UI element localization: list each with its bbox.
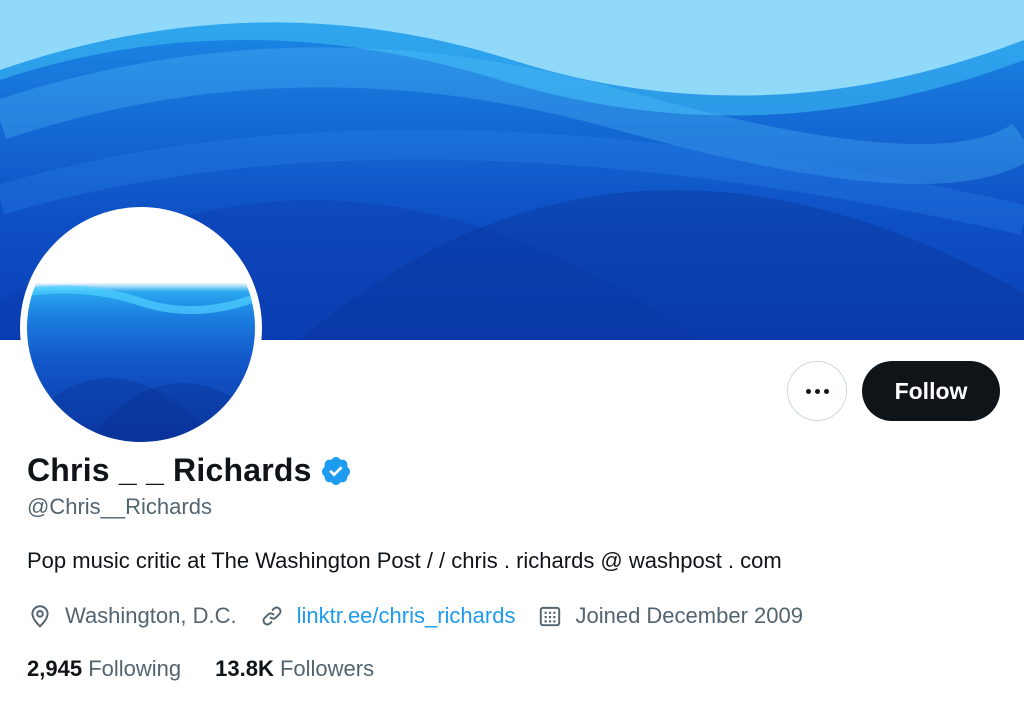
handle: @Chris__Richards bbox=[27, 494, 212, 519]
joined-item: Joined December 2009 bbox=[537, 603, 803, 629]
location-icon bbox=[31, 605, 49, 628]
joined-text: Joined December 2009 bbox=[575, 603, 803, 628]
more-options-icon bbox=[805, 388, 829, 394]
display-name: Chris _ _ Richards bbox=[27, 452, 312, 488]
following-stat[interactable]: 2,945 Following bbox=[27, 656, 181, 682]
avatar[interactable] bbox=[20, 207, 262, 449]
follow-button[interactable]: Follow bbox=[862, 361, 1000, 421]
verified-badge-icon[interactable] bbox=[320, 455, 352, 487]
location-item: Washington, D.C. bbox=[27, 603, 237, 629]
more-options-button[interactable] bbox=[787, 361, 847, 421]
website-item[interactable]: linktr.ee/chris_richards bbox=[259, 603, 516, 629]
bio: Pop music critic at The Washington Post … bbox=[27, 548, 782, 573]
following-label: Following bbox=[88, 656, 182, 681]
followers-label: Followers bbox=[279, 656, 375, 681]
following-count: 2,945 bbox=[27, 656, 83, 681]
website-link[interactable]: linktr.ee/chris_richards bbox=[297, 603, 516, 629]
calendar-icon bbox=[540, 606, 561, 627]
link-icon bbox=[262, 606, 282, 626]
avatar-image bbox=[27, 214, 255, 442]
profile-name-row: Chris _ _ Richards bbox=[27, 452, 352, 489]
profile-stats: 2,945 Following 13.8K Followers bbox=[27, 656, 408, 682]
profile-meta: Washington, D.C. linktr.ee/chris_richard… bbox=[27, 603, 825, 629]
location-text: Washington, D.C. bbox=[65, 603, 237, 628]
followers-stat[interactable]: 13.8K Followers bbox=[215, 656, 374, 682]
followers-count: 13.8K bbox=[215, 656, 274, 681]
